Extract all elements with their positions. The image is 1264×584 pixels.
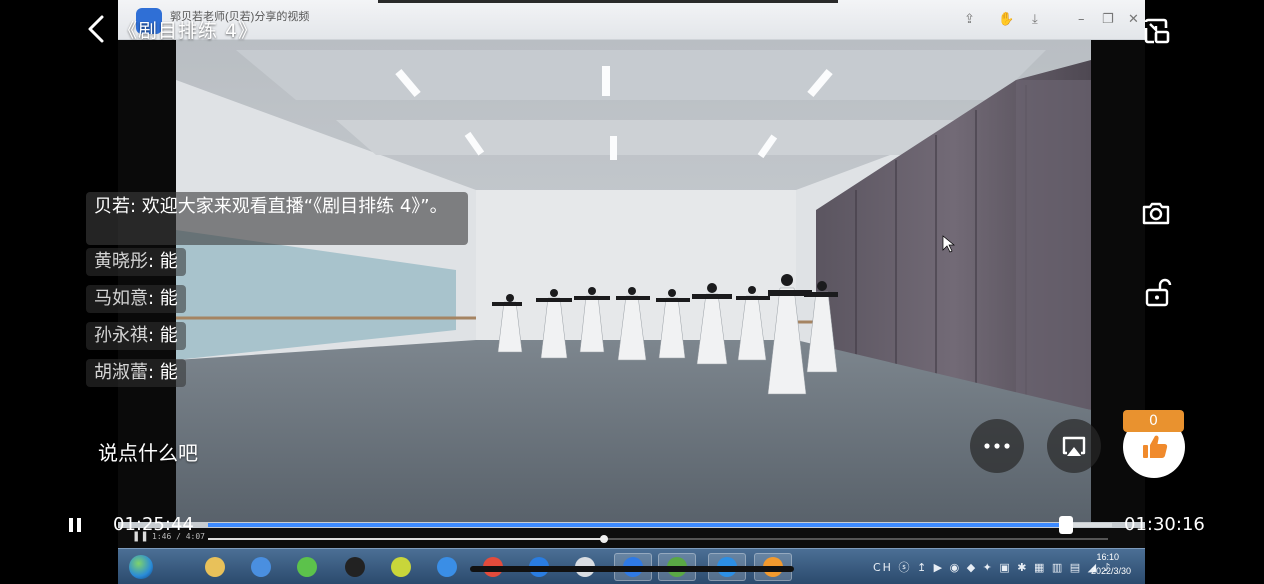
inner-progress-track <box>208 535 1108 543</box>
screen-cast-icon <box>1062 436 1086 456</box>
screen-lock-button[interactable] <box>1138 273 1178 313</box>
chat-sender: 马如意 <box>94 288 148 309</box>
chat-separator: : <box>130 196 142 217</box>
app-yellow-icon <box>391 557 411 577</box>
explorer-icon <box>205 557 225 577</box>
chat-sender: 贝若 <box>94 196 130 217</box>
chat-bubble: 胡淑蕾: 能 <box>86 359 186 387</box>
chat-message: 孙永祺: 能 <box>86 322 186 350</box>
taskbar-app-app-yellow[interactable] <box>382 553 420 581</box>
picture-in-picture-button[interactable] <box>1136 10 1176 50</box>
back-button[interactable] <box>82 12 112 46</box>
live-chat: 贝若: 欢迎大家来观看直播“《剧目排练 4》”。 黄晓彤: 能马如意: 能孙永祺… <box>86 190 486 406</box>
taskbar-app-start-orb[interactable] <box>122 553 160 581</box>
chat-message: 马如意: 能 <box>86 285 186 313</box>
chat-bubble: 马如意: 能 <box>86 285 186 313</box>
picture-in-picture-icon <box>1144 18 1170 44</box>
chat-text: 能 <box>159 251 178 272</box>
chat-bubble: 黄晓彤: 能 <box>86 248 186 276</box>
minimize-icon: – <box>1078 12 1085 27</box>
thumbs-up-icon <box>1143 435 1168 458</box>
clock-date: 2022/3/30 <box>1090 566 1131 576</box>
system-tray: CH ⓢ ↥ ▶ ◉ ◆ ✦ ▣ ✱ ▦ ▥ ▤ ◢ ♪ 16:10 2022/… <box>845 549 1145 584</box>
taskbar-app-baidu-netdisk[interactable] <box>428 553 466 581</box>
chat-sender: 胡淑蕾 <box>94 362 148 383</box>
chat-text: 欢迎大家来观看直播“《剧目排练 4》”。 <box>141 196 448 217</box>
scroll-indicator <box>470 566 794 572</box>
restore-icon: ❐ <box>1102 12 1114 27</box>
chat-welcome-message: 贝若: 欢迎大家来观看直播“《剧目排练 4》”。 <box>86 192 468 245</box>
chat-message: 黄晓彤: 能 <box>86 248 186 276</box>
cast-button[interactable] <box>1047 419 1101 473</box>
chat-text: 能 <box>159 288 178 309</box>
progress-bar[interactable] <box>208 516 1112 534</box>
pause-icon <box>69 518 81 532</box>
chat-message: 胡淑蕾: 能 <box>86 359 186 387</box>
download-icon: ⤓ <box>1032 12 1038 27</box>
chat-bubble: 孙永祺: 能 <box>86 322 186 350</box>
inner-player-bar: ❚❚ 1:46 / 4:07 <box>118 528 1145 548</box>
chat-separator: : <box>148 362 160 383</box>
feishu-icon <box>251 557 271 577</box>
taskbar-app-wechat[interactable] <box>288 553 326 581</box>
progress-fill <box>208 523 1066 527</box>
start-orb-icon <box>129 555 153 579</box>
chat-sender: 黄晓彤 <box>94 251 148 272</box>
chat-separator: : <box>148 251 160 272</box>
total-time: 01:30:16 <box>1124 514 1205 535</box>
inner-window-titlebar: 郭贝若老师(贝若)分享的视频 ⇪ ✋ ⤓ – ❐ ✕ <box>118 0 1145 40</box>
progress-knob[interactable] <box>1058 516 1073 534</box>
baidu-netdisk-icon <box>437 557 457 577</box>
unlock-icon <box>1145 278 1172 307</box>
video-title: 《剧目排练 4》 <box>118 20 259 42</box>
ellipsis-icon <box>984 443 1010 449</box>
tray-icons: CH ⓢ ↥ ▶ ◉ ◆ ✦ ▣ ✱ ▦ ▥ ▤ ◢ ♪ <box>873 561 1113 574</box>
taskbar-app-feishu[interactable] <box>242 553 280 581</box>
inner-top-strip <box>378 0 838 3</box>
more-button[interactable] <box>970 419 1024 473</box>
taskbar-app-explorer[interactable] <box>196 553 234 581</box>
inner-progress-knob <box>600 535 608 543</box>
screenshot-button[interactable] <box>1136 193 1176 233</box>
current-time: 01:25:44 <box>113 514 194 535</box>
chat-text: 能 <box>159 362 178 383</box>
share-icon: ⇪ <box>964 12 975 27</box>
qq-icon <box>345 557 365 577</box>
hand-icon: ✋ <box>998 12 1015 27</box>
ime-indicator: CH <box>873 561 893 574</box>
comment-input[interactable]: 说点什么吧 <box>98 437 198 466</box>
chevron-left-icon <box>88 15 104 43</box>
wechat-icon <box>297 557 317 577</box>
taskbar-app-qq[interactable] <box>336 553 374 581</box>
chat-text: 能 <box>159 325 178 346</box>
chat-separator: : <box>148 325 160 346</box>
clock-time: 16:10 <box>1096 552 1119 562</box>
chat-separator: : <box>148 288 160 309</box>
camera-icon <box>1142 202 1170 225</box>
chat-sender: 孙永祺 <box>94 325 148 346</box>
like-count-badge: 0 <box>1123 410 1184 432</box>
inner-progress-fill <box>208 538 604 540</box>
pause-button[interactable] <box>64 513 86 537</box>
